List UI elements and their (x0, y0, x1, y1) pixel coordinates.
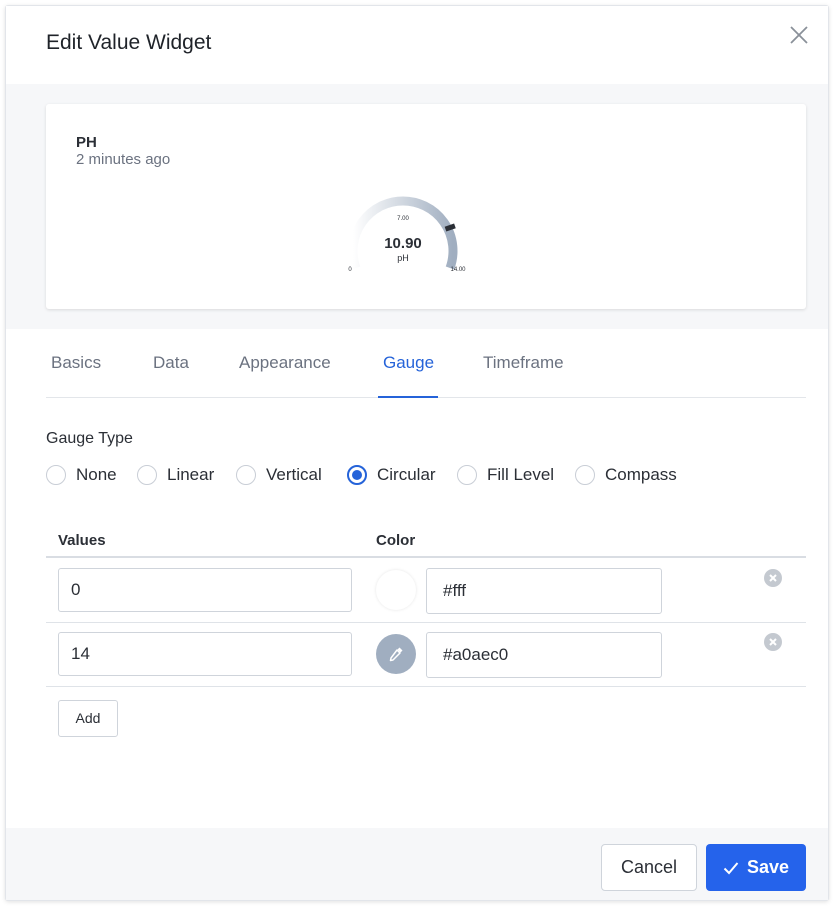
value-input[interactable]: 0 (58, 568, 352, 612)
cancel-button[interactable]: Cancel (601, 844, 697, 891)
widget-title: PH (76, 134, 97, 151)
tab-bar: Basics Data Appearance Gauge Timeframe (46, 336, 806, 398)
dialog-title: Edit Value Widget (46, 31, 212, 54)
tab-basics[interactable]: Basics (51, 353, 101, 373)
tab-timeframe[interactable]: Timeframe (483, 353, 564, 373)
radio-label: Compass (605, 465, 677, 484)
color-swatch[interactable] (376, 570, 416, 610)
color-column-header: Color (376, 532, 416, 549)
add-value-button[interactable]: Add (58, 700, 118, 737)
radio-circular[interactable]: Circular (347, 463, 436, 487)
gauge-mid-label: 7.00 (397, 216, 409, 222)
color-input[interactable]: #fff (426, 568, 662, 614)
table-row: 14 #a0aec0 (46, 623, 806, 687)
dialog-header: Edit Value Widget (6, 6, 828, 84)
radio-label: Fill Level (487, 465, 555, 484)
radio-label: None (76, 465, 117, 484)
radio-label: Vertical (266, 465, 322, 484)
widget-preview-area: PH 2 minutes ago 7.00 0 14.00 10.90 pH (6, 84, 828, 329)
radio-button[interactable] (137, 465, 157, 485)
color-swatch[interactable] (376, 634, 416, 674)
radio-button-checked[interactable] (347, 465, 367, 485)
gauge-max-label: 14.00 (450, 267, 466, 273)
radio-fill-level[interactable]: Fill Level (457, 463, 554, 487)
table-row: 0 #fff (46, 559, 806, 623)
gauge-type-radio-group: None Linear Vertical Circular Fill Level… (46, 463, 806, 487)
save-label: Save (746, 857, 790, 877)
radio-button[interactable] (457, 465, 477, 485)
remove-row-icon[interactable] (763, 568, 783, 588)
tab-gauge[interactable]: Gauge (383, 353, 434, 373)
radio-label: Linear (167, 465, 215, 484)
gauge-value-marker (444, 223, 456, 232)
color-input[interactable]: #a0aec0 (426, 632, 662, 678)
active-tab-indicator (378, 396, 438, 398)
remove-row-icon[interactable] (763, 632, 783, 652)
value-input[interactable]: 14 (58, 632, 352, 676)
save-button[interactable]: Save (706, 844, 806, 891)
table-header-row: Values Color (46, 524, 806, 558)
radio-label: Circular (377, 465, 436, 484)
widget-preview-card: PH 2 minutes ago 7.00 0 14.00 10.90 pH (46, 104, 806, 309)
gauge-type-label: Gauge Type (46, 430, 133, 447)
close-icon[interactable] (788, 24, 810, 46)
radio-none[interactable]: None (46, 463, 117, 487)
tab-data[interactable]: Data (153, 353, 189, 373)
radio-button[interactable] (236, 465, 256, 485)
eyedropper-icon (389, 647, 403, 662)
radio-linear[interactable]: Linear (137, 463, 214, 487)
gauge-value: 10.90 (384, 235, 422, 252)
radio-button[interactable] (46, 465, 66, 485)
circular-gauge: 7.00 0 14.00 10.90 pH (348, 196, 466, 273)
check-icon (723, 861, 739, 874)
radio-compass[interactable]: Compass (575, 463, 677, 487)
edit-value-widget-dialog: Edit Value Widget PH 2 minutes ago 7.00 … (5, 5, 829, 901)
widget-timestamp: 2 minutes ago (76, 151, 171, 168)
dialog-footer: Cancel Save (6, 828, 828, 900)
values-column-header: Values (58, 532, 106, 549)
radio-vertical[interactable]: Vertical (236, 463, 322, 487)
tab-appearance[interactable]: Appearance (239, 353, 331, 373)
radio-button[interactable] (575, 465, 595, 485)
gauge-unit: pH (397, 253, 409, 263)
